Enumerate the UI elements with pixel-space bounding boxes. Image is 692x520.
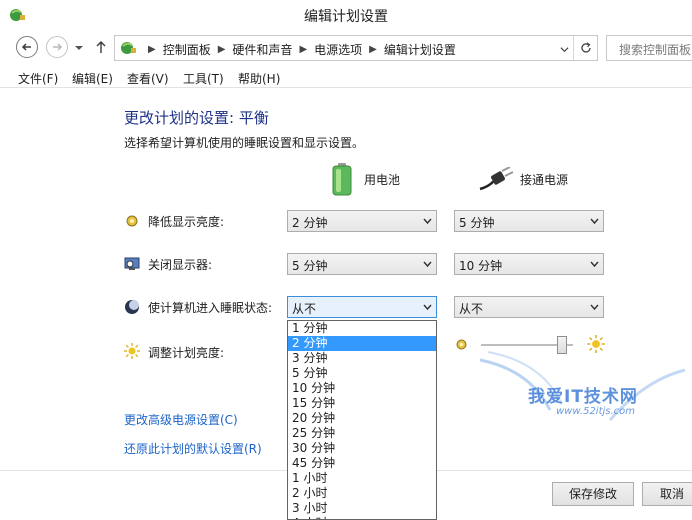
breadcrumb-separator-icon[interactable]: ▶ — [148, 44, 156, 55]
battery-icon — [332, 163, 352, 196]
recent-locations-chevron-icon[interactable] — [74, 43, 84, 53]
arrow-right-icon — [53, 43, 63, 51]
menu-edit[interactable]: 编辑(E) — [72, 70, 113, 87]
chevron-down-icon — [423, 261, 432, 268]
battery-column-label: 用电池 — [364, 172, 401, 187]
forward-button[interactable] — [46, 36, 68, 58]
menu-tools[interactable]: 工具(T) — [183, 70, 224, 87]
refresh-icon — [580, 42, 591, 53]
window-title: 编辑计划设置 — [304, 9, 388, 25]
control-panel-icon — [121, 42, 136, 54]
refresh-button[interactable] — [573, 36, 597, 60]
dim-sun-icon — [456, 339, 467, 350]
chevron-down-icon — [590, 218, 599, 225]
cancel-button[interactable]: 取消 — [642, 482, 692, 506]
chevron-down-icon — [590, 304, 599, 311]
menu-file[interactable]: 文件(F) — [18, 70, 58, 87]
breadcrumb-separator-icon[interactable]: ▶ — [218, 44, 226, 55]
address-history-chevron-icon[interactable] — [560, 45, 569, 54]
search-input[interactable]: 搜索控制面板 — [606, 35, 692, 61]
save-button[interactable]: 保存修改 — [552, 482, 634, 506]
restore-defaults-link[interactable]: 还原此计划的默认设置(R) — [124, 440, 262, 457]
breadcrumb-control-panel[interactable]: 控制面板 — [163, 41, 211, 58]
address-bar[interactable]: ▶ 控制面板 ▶ 硬件和声音 ▶ 电源选项 ▶ 编辑计划设置 — [114, 35, 598, 61]
dropdown-option[interactable]: 20 分钟 — [288, 411, 436, 426]
breadcrumb: ▶ 控制面板 ▶ 硬件和声音 ▶ 电源选项 ▶ 编辑计划设置 — [141, 41, 456, 58]
dim-display-label: 降低显示亮度: — [148, 215, 225, 229]
dim-display-battery-value: 2 分钟 — [292, 216, 328, 230]
breadcrumb-separator-icon[interactable]: ▶ — [299, 44, 307, 55]
menu-bar: 文件(F) 编辑(E) 查看(V) 工具(T) 帮助(H) — [0, 66, 692, 88]
title-bar: 编辑计划设置 — [0, 0, 692, 30]
menu-help[interactable]: 帮助(H) — [238, 70, 280, 87]
turn-off-display-plugged-select[interactable]: 10 分钟 — [454, 253, 604, 275]
bright-sun-icon — [587, 335, 605, 353]
dropdown-option[interactable]: 30 分钟 — [288, 441, 436, 456]
address-row: ▶ 控制面板 ▶ 硬件和声音 ▶ 电源选项 ▶ 编辑计划设置 搜索控制面板 — [0, 32, 692, 64]
brightness-plugged-slider[interactable] — [455, 335, 605, 355]
dropdown-option[interactable]: 15 分钟 — [288, 396, 436, 411]
dropdown-option[interactable]: 25 分钟 — [288, 426, 436, 441]
turn-off-display-label: 关闭显示器: — [148, 258, 213, 272]
content-area: 更改计划的设置: 平衡 选择希望计算机使用的睡眠设置和显示设置。 用电池 接通电… — [0, 89, 692, 520]
dropdown-option[interactable]: 1 分钟 — [288, 321, 436, 336]
turn-off-display-battery-value: 5 分钟 — [292, 259, 328, 273]
sleep-plugged-value: 从不 — [459, 302, 484, 316]
dropdown-option[interactable]: 4 小时 — [288, 516, 436, 519]
breadcrumb-edit-plan[interactable]: 编辑计划设置 — [384, 41, 456, 58]
monitor-clock-icon — [124, 257, 140, 270]
dim-display-plugged-value: 5 分钟 — [459, 216, 495, 230]
dim-brightness-icon — [126, 215, 138, 227]
dropdown-option[interactable]: 2 小时 — [288, 486, 436, 501]
chevron-down-icon — [590, 261, 599, 268]
breadcrumb-hardware-sound[interactable]: 硬件和声音 — [232, 41, 292, 58]
page-title: 更改计划的设置: 平衡 — [124, 109, 269, 127]
dropdown-option[interactable]: 45 分钟 — [288, 456, 436, 471]
slider-thumb[interactable] — [556, 336, 567, 354]
dropdown-option[interactable]: 1 小时 — [288, 471, 436, 486]
plugged-column-label: 接通电源 — [520, 172, 569, 187]
chevron-down-icon — [423, 304, 432, 311]
brightness-label: 调整计划亮度: — [148, 346, 225, 360]
dim-display-battery-select[interactable]: 2 分钟 — [287, 210, 437, 232]
chevron-down-icon — [423, 218, 432, 225]
turn-off-display-battery-select[interactable]: 5 分钟 — [287, 253, 437, 275]
sleep-battery-value: 从不 — [292, 302, 317, 316]
sleep-battery-select[interactable]: 从不 — [287, 296, 437, 318]
back-button[interactable] — [16, 36, 38, 58]
page-subtitle: 选择希望计算机使用的睡眠设置和显示设置。 — [124, 136, 365, 150]
sleep-plugged-select[interactable]: 从不 — [454, 296, 604, 318]
dropdown-option[interactable]: 2 分钟 — [288, 336, 436, 351]
dropdown-option[interactable]: 3 小时 — [288, 501, 436, 516]
power-plug-icon — [479, 167, 514, 191]
sleep-label: 使计算机进入睡眠状态: — [148, 301, 273, 315]
breadcrumb-separator-icon[interactable]: ▶ — [369, 44, 377, 55]
sleep-battery-dropdown-list[interactable]: 1 分钟 2 分钟 3 分钟 5 分钟 10 分钟 15 分钟 20 分钟 25 分钟 30 分… — [287, 320, 437, 520]
up-arrow-icon[interactable] — [94, 40, 108, 54]
sleep-moon-icon — [125, 300, 139, 314]
turn-off-display-plugged-value: 10 分钟 — [459, 259, 503, 273]
battery-column-header: 用电池 — [330, 162, 400, 196]
breadcrumb-power-options[interactable]: 电源选项 — [314, 41, 362, 58]
menu-view[interactable]: 查看(V) — [127, 70, 169, 87]
dim-display-plugged-select[interactable]: 5 分钟 — [454, 210, 604, 232]
brightness-sun-icon — [124, 343, 140, 359]
dropdown-option[interactable]: 5 分钟 — [288, 366, 436, 381]
dropdown-option[interactable]: 10 分钟 — [288, 381, 436, 396]
plugged-column-header: 接通电源 — [478, 167, 568, 191]
advanced-settings-link[interactable]: 更改高级电源设置(C) — [124, 411, 238, 428]
dropdown-option[interactable]: 3 分钟 — [288, 351, 436, 366]
arrow-left-icon — [21, 43, 31, 51]
